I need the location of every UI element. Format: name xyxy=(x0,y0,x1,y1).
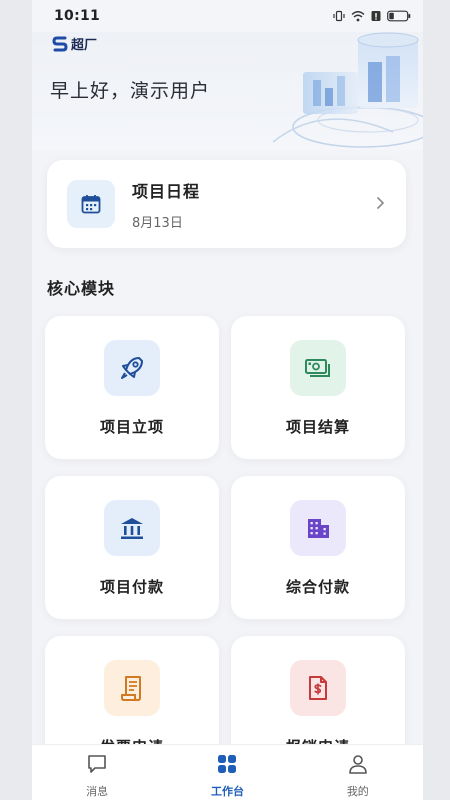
module-project-settlement[interactable]: 项目结算 xyxy=(231,316,405,459)
alert-icon xyxy=(371,10,381,22)
module-label: 项目付款 xyxy=(99,578,164,596)
header-illustration xyxy=(272,32,423,148)
module-label: 项目立项 xyxy=(99,418,164,436)
logo-icon xyxy=(52,36,68,51)
battery-icon xyxy=(387,10,411,22)
nav-label: 我的 xyxy=(346,785,369,798)
header-banner: 超厂 早上好，演示用户 xyxy=(32,32,423,150)
status-bar: 10:11 xyxy=(32,0,423,32)
nav-item-workbench[interactable]: 工作台 xyxy=(162,745,292,800)
nav-item-messages[interactable]: 消息 xyxy=(32,745,162,800)
banknote-icon xyxy=(290,340,346,396)
module-project-payment[interactable]: 项目付款 xyxy=(45,476,219,619)
dollar-document-icon xyxy=(290,660,346,716)
chevron-right-icon xyxy=(376,195,386,214)
bottom-nav: 消息 工作台 我的 xyxy=(32,744,423,800)
greeting-text: 早上好，演示用户 xyxy=(50,80,211,102)
module-general-payment[interactable]: 综合付款 xyxy=(231,476,405,619)
grid-icon xyxy=(216,753,238,779)
building-icon xyxy=(290,500,346,556)
module-label: 综合付款 xyxy=(285,578,350,596)
status-icons xyxy=(333,10,411,22)
calendar-icon xyxy=(67,180,115,228)
nav-label: 工作台 xyxy=(210,785,244,798)
schedule-title: 项目日程 xyxy=(132,181,201,201)
schedule-date: 8月13日 xyxy=(132,215,183,231)
module-project-initiation[interactable]: 项目立项 xyxy=(45,316,219,459)
app-screen: 10:11 超厂 早上好，演示用户 项目日程 8月13日 核心模块 项目立项 项… xyxy=(32,0,423,800)
nav-label: 消息 xyxy=(86,785,109,798)
schedule-card[interactable]: 项目日程 8月13日 xyxy=(47,160,406,248)
module-label: 项目结算 xyxy=(285,418,350,436)
section-title-core-modules: 核心模块 xyxy=(47,279,116,298)
wifi-icon xyxy=(351,10,365,22)
rocket-icon xyxy=(104,340,160,396)
bank-icon xyxy=(104,500,160,556)
message-icon xyxy=(86,753,108,779)
vibrate-icon xyxy=(333,10,345,22)
schedule-texts: 项目日程 8月13日 xyxy=(132,178,200,231)
user-icon xyxy=(347,753,369,779)
receipt-icon xyxy=(104,660,160,716)
brand-logo: 超厂 xyxy=(52,34,97,53)
status-time: 10:11 xyxy=(54,8,101,24)
brand-name: 超厂 xyxy=(71,38,98,53)
nav-item-profile[interactable]: 我的 xyxy=(293,745,423,800)
